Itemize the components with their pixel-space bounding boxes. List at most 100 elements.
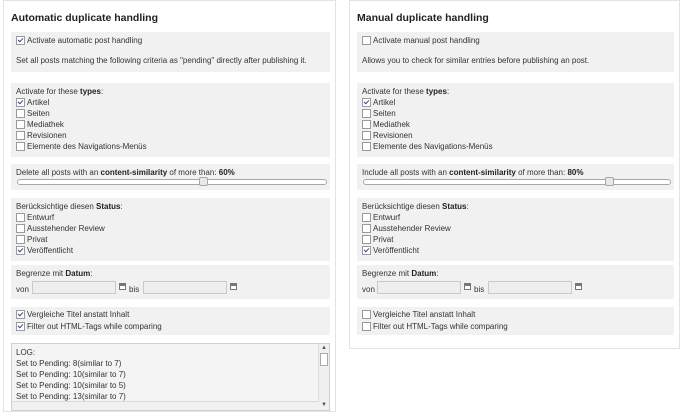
checkbox-option[interactable]: Seiten: [16, 109, 50, 118]
checkbox-option[interactable]: Veröffentlicht: [362, 246, 419, 255]
compare-title-checkbox[interactable]: Vergleiche Titel anstatt Inhalt: [16, 310, 129, 319]
checkbox-icon[interactable]: [16, 322, 25, 331]
log-line: Set to Pending: 8(similar to 7): [16, 359, 122, 368]
checkbox-option[interactable]: Artikel: [16, 98, 49, 107]
date-section: Begrenze mit Datum: von bis: [11, 265, 330, 299]
checkbox-option[interactable]: Privat: [16, 235, 47, 244]
status-heading: Berücksichtige diesen Status:: [362, 202, 469, 211]
checkbox-option[interactable]: Mediathek: [16, 120, 64, 129]
checkbox-icon[interactable]: [362, 131, 371, 140]
checkbox-label: Ausstehender Review: [27, 224, 105, 233]
checkbox-option[interactable]: Seiten: [362, 109, 396, 118]
scroll-up-icon[interactable]: ▲: [321, 345, 327, 352]
checkbox-option[interactable]: Elemente des Navigations-Menüs: [362, 142, 493, 151]
checkbox-label: Elemente des Navigations-Menüs: [27, 142, 147, 151]
checkbox-icon[interactable]: [16, 131, 25, 140]
checkbox-icon[interactable]: [362, 235, 371, 244]
checkbox-icon[interactable]: [16, 109, 25, 118]
checkbox-icon[interactable]: [362, 322, 371, 331]
checkbox-option[interactable]: Elemente des Navigations-Menüs: [16, 142, 147, 151]
scroll-thumb[interactable]: [320, 353, 328, 366]
checkbox-option[interactable]: Mediathek: [362, 120, 410, 129]
checkbox-icon[interactable]: [362, 246, 371, 255]
checkbox-icon[interactable]: [362, 120, 371, 129]
checkbox-option[interactable]: Artikel: [362, 98, 395, 107]
similarity-section: Delete all posts with an content-similar…: [11, 164, 330, 190]
checkbox-icon[interactable]: [362, 98, 371, 107]
checkbox-icon[interactable]: [16, 213, 25, 222]
checkbox-icon[interactable]: [16, 224, 25, 233]
checkbox-label: Elemente des Navigations-Menüs: [373, 142, 493, 151]
checkbox-icon[interactable]: [362, 142, 371, 151]
date-to-input[interactable]: [143, 281, 227, 294]
checkbox-option[interactable]: Veröffentlicht: [16, 246, 73, 255]
checkbox-icon[interactable]: [16, 235, 25, 244]
types-section: Activate for these types: Artikel Seiten M…: [11, 83, 330, 157]
checkbox-label: Privat: [373, 235, 394, 244]
checkbox-option[interactable]: Privat: [362, 235, 393, 244]
checkbox-icon[interactable]: [362, 36, 371, 45]
automatic-duplicate-panel: Automatic duplicate handling Activate au…: [3, 0, 336, 412]
date-section: Begrenze mit Datum: von bis: [357, 265, 674, 299]
checkbox-label: Seiten: [373, 109, 396, 118]
checkbox-label: Seiten: [27, 109, 50, 118]
checkbox-icon[interactable]: [362, 213, 371, 222]
date-from-input[interactable]: [377, 281, 461, 294]
checkbox-icon[interactable]: [16, 120, 25, 129]
checkbox-icon[interactable]: [16, 98, 25, 107]
checkbox-label: Veröffentlicht: [27, 246, 74, 255]
compare-title-checkbox[interactable]: Vergleiche Titel anstatt Inhalt: [362, 310, 475, 319]
checkbox-label: Ausstehender Review: [373, 224, 451, 233]
checkbox-option[interactable]: Revisionen: [362, 131, 413, 140]
status-section: Berücksichtige diesen Status: Entwurf Aus…: [357, 198, 674, 261]
checkbox-icon[interactable]: [16, 246, 25, 255]
checkbox-icon[interactable]: [16, 36, 25, 45]
date-from-input[interactable]: [32, 281, 116, 294]
checkbox-label: Privat: [27, 235, 48, 244]
checkbox-option[interactable]: Ausstehender Review: [16, 224, 105, 233]
checkbox-option[interactable]: Ausstehender Review: [362, 224, 451, 233]
checkbox-label: Revisionen: [373, 131, 413, 140]
log-vertical-scrollbar[interactable]: ▲ ▼: [318, 344, 329, 410]
activation-section: Activate manual post handling Allows you…: [357, 32, 674, 72]
date-to-input[interactable]: [488, 281, 572, 294]
date-heading: Begrenze mit Datum:: [16, 269, 93, 278]
calendar-icon[interactable]: [575, 283, 582, 290]
calendar-icon[interactable]: [464, 283, 471, 290]
checkbox-label: Entwurf: [373, 213, 401, 222]
checkbox-label: Artikel: [373, 98, 396, 107]
similarity-label: Delete all posts with an content-similar…: [16, 168, 235, 177]
scroll-down-icon[interactable]: ▼: [321, 402, 327, 409]
calendar-icon[interactable]: [230, 283, 237, 290]
filter-html-checkbox[interactable]: Filter out HTML-Tags while comparing: [362, 322, 508, 331]
similarity-slider[interactable]: [17, 177, 327, 186]
checkbox-icon[interactable]: [362, 310, 371, 319]
checkbox-label: Mediathek: [373, 120, 410, 129]
activation-description: Allows you to check for similar entries …: [362, 56, 590, 65]
log-title: LOG:: [16, 348, 36, 357]
log-box[interactable]: LOG: Set to Pending: 8(similar to 7) Set …: [11, 343, 330, 411]
types-heading: Activate for these types:: [362, 87, 450, 96]
similarity-section: Include all posts with an content-simila…: [357, 164, 674, 190]
checkbox-option[interactable]: Revisionen: [16, 131, 67, 140]
checkbox-label: Mediathek: [27, 120, 64, 129]
status-section: Berücksichtige diesen Status: Entwurf Aus…: [11, 198, 330, 261]
activate-manual-checkbox[interactable]: Activate manual post handling: [362, 36, 480, 45]
checkbox-icon[interactable]: [362, 109, 371, 118]
manual-duplicate-panel: Manual duplicate handling Activate manua…: [349, 0, 680, 349]
checkbox-icon[interactable]: [16, 310, 25, 319]
calendar-icon[interactable]: [119, 283, 126, 290]
filter-html-checkbox[interactable]: Filter out HTML-Tags while comparing: [16, 322, 162, 331]
checkbox-icon[interactable]: [16, 142, 25, 151]
checkbox-label: Artikel: [27, 98, 50, 107]
activation-description: Set all posts matching the following cri…: [16, 56, 307, 65]
similarity-slider[interactable]: [363, 177, 671, 186]
slider-handle[interactable]: [198, 177, 208, 186]
checkbox-label: Entwurf: [27, 213, 55, 222]
date-heading: Begrenze mit Datum:: [362, 269, 439, 278]
activate-auto-checkbox[interactable]: Activate automatic post handling: [16, 36, 142, 45]
checkbox-icon[interactable]: [362, 224, 371, 233]
slider-handle[interactable]: [604, 177, 614, 186]
checkbox-option[interactable]: Entwurf: [16, 213, 54, 222]
checkbox-option[interactable]: Entwurf: [362, 213, 400, 222]
